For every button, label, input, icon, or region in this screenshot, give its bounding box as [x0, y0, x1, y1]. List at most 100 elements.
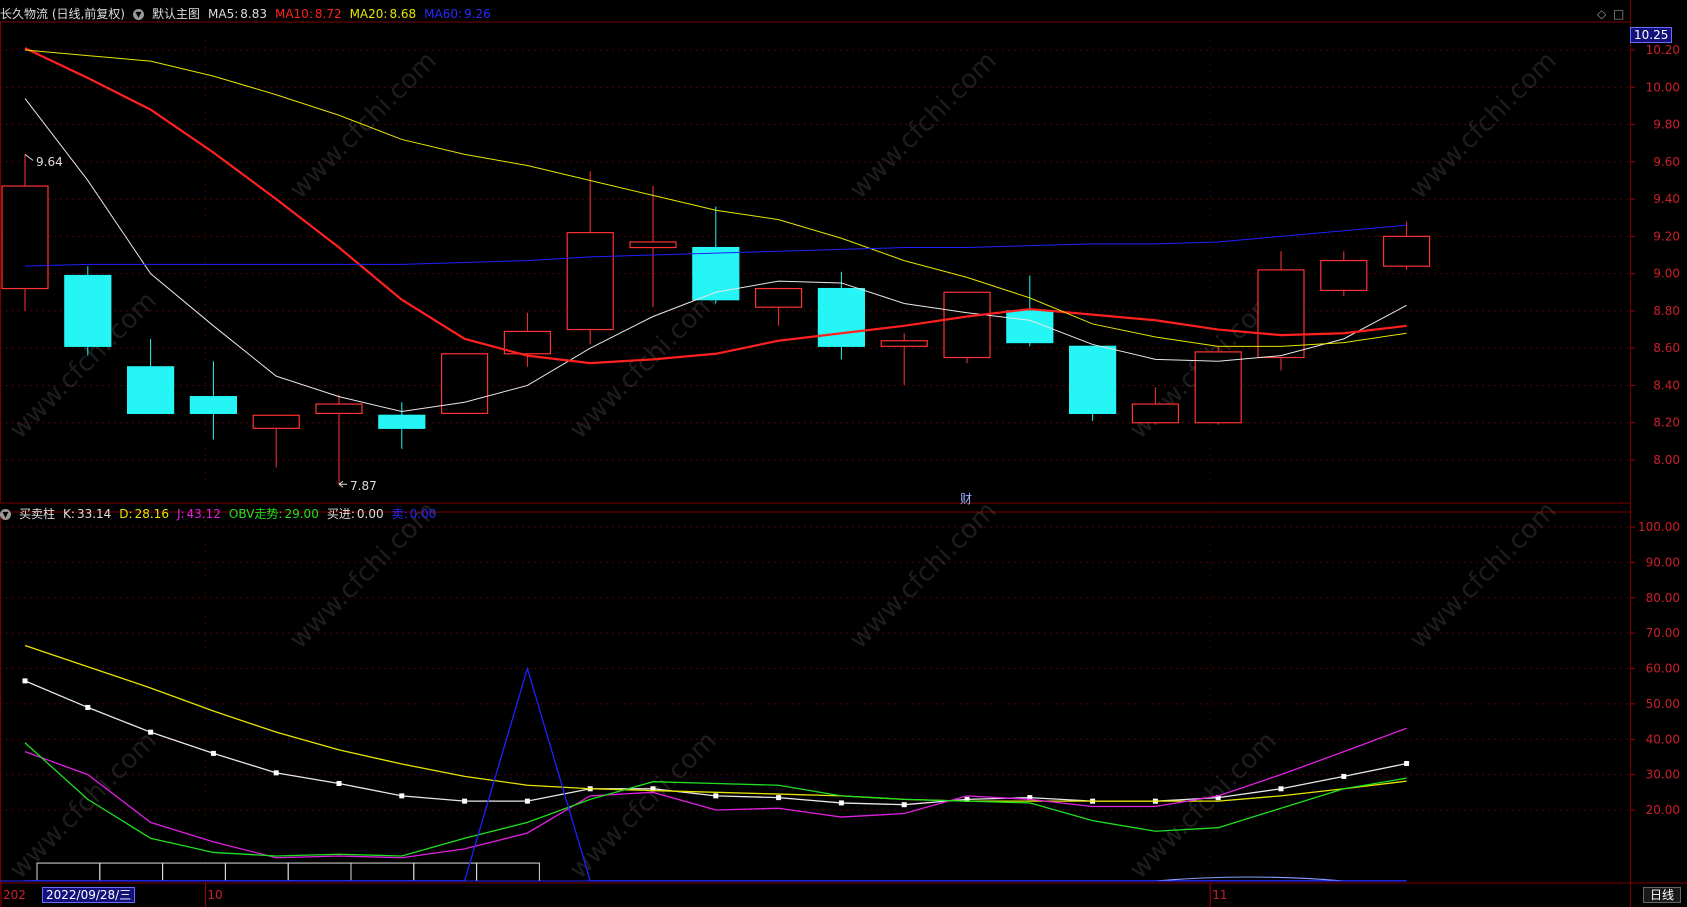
- candle: [754, 287, 803, 326]
- watermark-text: www.cfchi.com: [844, 496, 1003, 655]
- candle-body: [629, 241, 677, 249]
- candle-body: [189, 396, 237, 415]
- sub-tick-label: 50.00: [1646, 697, 1680, 711]
- signal-bar: [162, 862, 226, 882]
- k-marker: [776, 795, 782, 801]
- buy-label: 买进:: [326, 507, 355, 521]
- candle-body: [880, 340, 928, 347]
- ma-line-ma10: [24, 47, 1407, 365]
- j-value: 43.12: [186, 507, 221, 521]
- low-arrow: [338, 480, 347, 488]
- ma60-label: MA60:: [424, 7, 463, 21]
- candle: [1068, 345, 1117, 421]
- main-tick-label: 9.80: [1653, 118, 1680, 132]
- sub-panel-frame: [0, 511, 1631, 884]
- j-legend: J: 43.12: [177, 506, 221, 522]
- candle-body: [252, 414, 300, 429]
- buy-value: 0.00: [356, 507, 384, 521]
- main-tick-label: 9.20: [1653, 229, 1680, 243]
- x-tick-label: 10: [207, 888, 222, 902]
- candle: [126, 338, 175, 415]
- ma10-label: MA10:: [274, 7, 313, 21]
- main-tick-label: 10.00: [1646, 80, 1680, 94]
- k-marker: [85, 704, 91, 710]
- candle: [1194, 346, 1242, 425]
- financial-event-marker[interactable]: 财: [960, 491, 972, 507]
- main-tick-label: 9.60: [1653, 155, 1680, 169]
- d-value: 28.16: [134, 507, 169, 521]
- chart-canvas[interactable]: 10.20 10.00 9.80 9.60 9.40 9.20 9.00 8.80 8.60 8.…: [0, 0, 1687, 907]
- chevron-down-icon[interactable]: ▼: [133, 8, 144, 20]
- sub-tick-label: 20.00: [1646, 803, 1680, 817]
- candle-body: [566, 232, 614, 331]
- sub-tick-label: 40.00: [1646, 732, 1680, 746]
- ma10-value: 8.72: [314, 7, 342, 21]
- period-button[interactable]: 日线: [1642, 887, 1681, 903]
- sub-tick-label: 70.00: [1646, 626, 1680, 640]
- watermark-text: www.cfchi.com: [1404, 496, 1563, 655]
- indicator-name[interactable]: 默认主图: [152, 6, 200, 22]
- d-label: D:: [119, 507, 133, 521]
- candle-body: [754, 287, 803, 308]
- maximize-icon[interactable]: □: [1613, 8, 1624, 20]
- low-price-mark: 7.87: [350, 479, 377, 493]
- d-legend: D: 28.16: [119, 506, 169, 522]
- k-marker: [462, 798, 468, 804]
- candle: [1382, 221, 1431, 270]
- main-tick-label: 9.40: [1653, 192, 1680, 206]
- k-marker: [1278, 786, 1284, 792]
- candle-body: [315, 403, 363, 415]
- candle: [252, 414, 300, 468]
- sub-indicator-name[interactable]: 买卖柱: [19, 506, 55, 522]
- main-tick-label: 8.40: [1653, 378, 1680, 392]
- k-legend: K: 33.14: [63, 506, 111, 522]
- signal-bar: [476, 862, 540, 882]
- k-marker: [1341, 773, 1347, 779]
- candle-body: [943, 291, 991, 359]
- main-tick-label: 8.60: [1653, 341, 1680, 355]
- signal-bar: [224, 862, 289, 882]
- sell-label: 卖:: [391, 507, 408, 521]
- candle: [1257, 251, 1305, 371]
- k-label: K:: [63, 507, 75, 521]
- candle-body: [1382, 235, 1431, 267]
- main-tick-label: 10.20: [1646, 43, 1680, 57]
- k-marker: [1404, 761, 1410, 767]
- ma20-legend: MA20: 8.68: [350, 6, 417, 22]
- x-tick-label: 11: [1212, 888, 1227, 902]
- buy-legend: 买进: 0.00: [327, 506, 384, 522]
- k-marker: [713, 793, 719, 799]
- k-marker: [22, 678, 28, 684]
- candle: [189, 361, 237, 440]
- candle: [503, 312, 551, 367]
- sub-tick-label: 90.00: [1646, 555, 1680, 569]
- sub-panel-header: ▼ 买卖柱 K: 33.14 D: 28.16 J: 43.12 OBV走势: …: [0, 506, 436, 522]
- signal-bar: [350, 862, 415, 882]
- ma60-value: 9.26: [464, 7, 491, 21]
- candle-body: [378, 414, 426, 429]
- signal-bar: [36, 862, 101, 882]
- candle-body: [64, 274, 112, 347]
- candle-body: [1320, 259, 1368, 292]
- ma5-legend: MA5: 8.83: [208, 6, 267, 22]
- sub-tick-label: 30.00: [1646, 768, 1680, 782]
- ma5-value: 8.83: [240, 7, 267, 21]
- candle: [817, 271, 866, 360]
- k-marker: [336, 780, 342, 786]
- main-tick-label: 8.00: [1653, 453, 1680, 467]
- signal-bar: [287, 862, 352, 882]
- sub-tick-label: 60.00: [1646, 662, 1680, 676]
- obv-value: 29.00: [284, 507, 319, 521]
- chevron-down-icon[interactable]: ▼: [0, 508, 11, 520]
- watermark-text: www.cfchi.com: [1124, 726, 1283, 885]
- candle-body: [1194, 351, 1242, 424]
- cursor-date-label: 2022/09/28/三: [42, 887, 136, 903]
- stock-title[interactable]: 长久物流 (日线,前复权): [0, 6, 125, 22]
- obv-legend: OBV走势: 29.00: [229, 506, 319, 522]
- main-tick-label: 9.00: [1653, 267, 1680, 281]
- sell-legend: 卖: 0.00: [392, 506, 437, 522]
- diamond-icon[interactable]: ◇: [1597, 8, 1606, 20]
- candle: [880, 333, 928, 386]
- candle-body: [1068, 345, 1117, 415]
- ma20-label: MA20:: [349, 7, 388, 21]
